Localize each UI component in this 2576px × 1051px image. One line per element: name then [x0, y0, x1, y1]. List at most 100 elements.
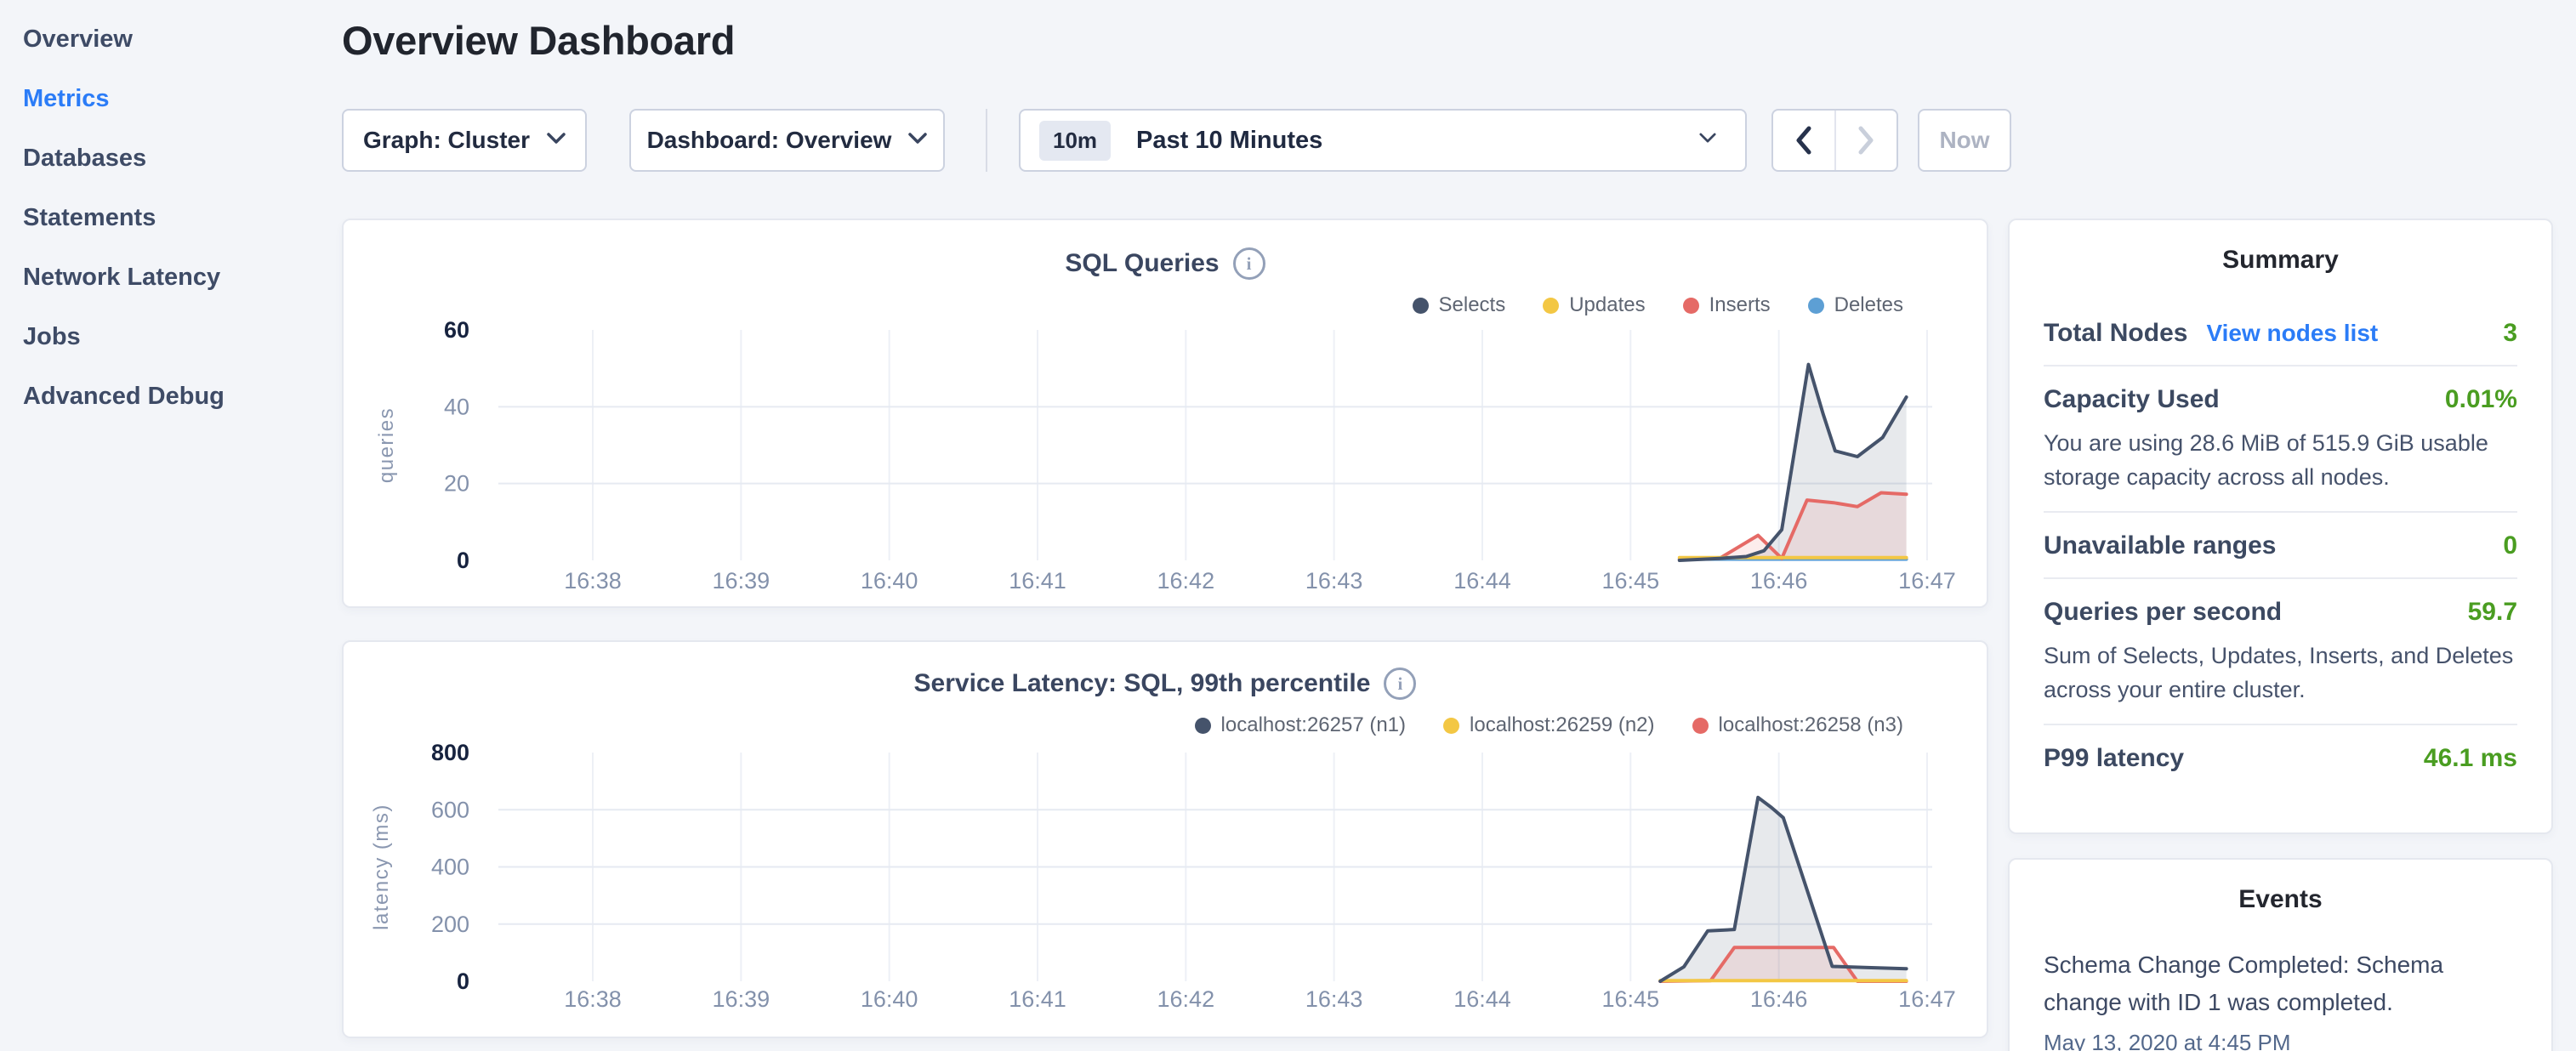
legend-label: Updates	[1569, 293, 1645, 317]
legend-item-localhost-26257-n1[interactable]: localhost:26257 (n1)	[1195, 713, 1406, 737]
y-tick-label: 600	[431, 797, 469, 822]
sidebar-item-statements[interactable]: Statements	[23, 190, 340, 250]
service-latency-sql-99th-percentile-legend: localhost:26257 (n1) localhost:26259 (n2)…	[1195, 713, 1903, 737]
chart-title-row: Service Latency: SQL, 99th percentile i	[344, 668, 1987, 700]
legend-item-selects[interactable]: Selects	[1413, 293, 1506, 317]
y-tick-label: 400	[431, 855, 469, 880]
next-time-button[interactable]	[1834, 111, 1897, 170]
legend-item-updates[interactable]: Updates	[1543, 293, 1645, 317]
y-axis-unit-label: queries	[375, 407, 398, 483]
event-text: Schema Change Completed: Schema change w…	[2044, 946, 2517, 1021]
sidebar-item-overview[interactable]: Overview	[23, 12, 340, 71]
legend-dot-icon	[1195, 718, 1211, 734]
y-tick-label: 200	[431, 912, 469, 937]
legend-dot-icon	[1413, 298, 1429, 314]
time-range-dropdown[interactable]: 10m Past 10 Minutes	[1019, 109, 1747, 172]
summary-row-label: P99 latency	[2044, 744, 2184, 773]
legend-item-deletes[interactable]: Deletes	[1808, 293, 1903, 317]
legend-label: Inserts	[1709, 293, 1771, 317]
legend-label: localhost:26258 (n3)	[1719, 713, 1903, 737]
sidebar-item-metrics[interactable]: Metrics	[23, 71, 340, 131]
summary-row-value: 0	[2503, 531, 2517, 560]
now-button[interactable]: Now	[1918, 109, 2011, 172]
summary-row-value: 46.1 ms	[2424, 744, 2517, 773]
legend-dot-icon	[1543, 298, 1559, 314]
x-tick-label: 16:44	[1453, 986, 1511, 1012]
summary-row-label: Unavailable ranges	[2044, 531, 2276, 560]
y-tick-label: 0	[457, 969, 469, 994]
y-axis-unit-label: latency (ms)	[370, 804, 393, 930]
x-tick-label: 16:40	[861, 568, 918, 594]
x-tick-label: 16:39	[713, 986, 771, 1012]
dashboard-dropdown[interactable]: Dashboard: Overview	[629, 109, 945, 172]
page-root: OverviewMetricsDatabasesStatementsNetwor…	[0, 0, 2576, 1051]
legend-dot-icon	[1692, 718, 1709, 734]
sql-queries-chart-card: 16:3816:3916:4016:4116:4216:4316:4416:45…	[342, 219, 1988, 608]
legend-label: Deletes	[1834, 293, 1903, 317]
y-tick-label: 60	[444, 317, 469, 343]
sidebar: OverviewMetricsDatabasesStatementsNetwor…	[0, 0, 340, 1051]
y-tick-label: 40	[444, 394, 469, 419]
legend-item-localhost-26259-n2[interactable]: localhost:26259 (n2)	[1443, 713, 1654, 737]
summary-row-queries-per-second: Queries per second 59.7 Sum of Selects, Up…	[2044, 577, 2517, 724]
graph-scope-dropdown-label: Graph: Cluster	[363, 127, 530, 154]
summary-row-value: 3	[2503, 319, 2517, 348]
summary-row-value: 59.7	[2468, 598, 2517, 627]
view-nodes-list-link[interactable]: View nodes list	[2206, 320, 2378, 347]
y-tick-label: 20	[444, 471, 469, 497]
x-tick-label: 16:45	[1602, 986, 1660, 1012]
dashboard-dropdown-label: Dashboard: Overview	[647, 127, 892, 154]
event-timestamp: May 13, 2020 at 4:45 PM	[2044, 1030, 2517, 1051]
y-tick-label: 800	[431, 740, 469, 765]
sidebar-item-databases[interactable]: Databases	[23, 131, 340, 190]
sidebar-nav-list: OverviewMetricsDatabasesStatementsNetwor…	[0, 0, 340, 429]
info-icon[interactable]: i	[1233, 247, 1265, 280]
time-range-badge: 10m	[1039, 121, 1111, 161]
page-title: Overview Dashboard	[342, 17, 735, 64]
x-tick-label: 16:47	[1898, 986, 1956, 1012]
legend-label: localhost:26257 (n1)	[1221, 713, 1406, 737]
service-latency-sql-99th-percentile-title: Service Latency: SQL, 99th percentile	[914, 669, 1371, 698]
sidebar-item-jobs[interactable]: Jobs	[23, 310, 340, 369]
x-tick-label: 16:47	[1898, 568, 1956, 594]
x-tick-label: 16:46	[1750, 986, 1808, 1012]
x-tick-label: 16:42	[1157, 568, 1215, 594]
legend-dot-icon	[1683, 298, 1699, 314]
time-range-label: Past 10 Minutes	[1136, 127, 1699, 155]
chevron-down-icon	[908, 133, 927, 149]
service-latency-chart-card: 16:3816:3916:4016:4116:4216:4316:4416:45…	[342, 640, 1988, 1038]
legend-item-inserts[interactable]: Inserts	[1683, 293, 1771, 317]
y-tick-label: 0	[457, 548, 469, 573]
x-tick-label: 16:42	[1157, 986, 1215, 1012]
summary-row-capacity-used: Capacity Used0.01%You are using 28.6 MiB…	[2044, 365, 2517, 511]
summary-row-unavailable-ranges: Unavailable ranges 0	[2044, 511, 2517, 577]
x-tick-label: 16:46	[1750, 568, 1808, 594]
prev-time-button[interactable]	[1773, 111, 1834, 170]
graph-scope-dropdown[interactable]: Graph: Cluster	[342, 109, 587, 172]
time-step-buttons	[1771, 109, 1898, 172]
legend-item-localhost-26258-n3[interactable]: localhost:26258 (n3)	[1692, 713, 1903, 737]
chevron-down-icon	[547, 133, 566, 149]
summary-rows: Total Nodes View nodes list 3 Capacity Used…	[2044, 300, 2517, 790]
x-tick-label: 16:41	[1009, 986, 1066, 1012]
x-tick-label: 16:45	[1602, 568, 1660, 594]
x-tick-label: 16:41	[1009, 568, 1066, 594]
info-icon[interactable]: i	[1384, 668, 1416, 700]
controls-divider	[986, 109, 987, 172]
events-panel: Events Schema Change Completed: Schema c…	[2008, 858, 2553, 1051]
x-tick-label: 16:38	[564, 568, 622, 594]
summary-row-description: Sum of Selects, Updates, Inserts, and De…	[2044, 639, 2517, 707]
x-tick-label: 16:38	[564, 986, 622, 1012]
x-tick-label: 16:39	[713, 568, 771, 594]
sql-queries-title: SQL Queries	[1065, 249, 1219, 278]
sidebar-item-advanced-debug[interactable]: Advanced Debug	[23, 369, 340, 429]
summary-row-p99-latency: P99 latency 46.1 ms	[2044, 724, 2517, 790]
legend-dot-icon	[1808, 298, 1824, 314]
summary-row-label: Queries per second	[2044, 598, 2282, 627]
summary-row-label: Total Nodes	[2044, 319, 2187, 348]
service-latency-sql-99th-percentile-plot[interactable]: 16:3816:3916:4016:4116:4216:4316:4416:45…	[344, 642, 1990, 1040]
x-tick-label: 16:43	[1305, 568, 1363, 594]
event-item[interactable]: Schema Change Completed: Schema change w…	[2044, 946, 2517, 1051]
summary-panel: Summary Total NodesView nodes list3Capac…	[2008, 219, 2553, 834]
sidebar-item-network-latency[interactable]: Network Latency	[23, 250, 340, 310]
